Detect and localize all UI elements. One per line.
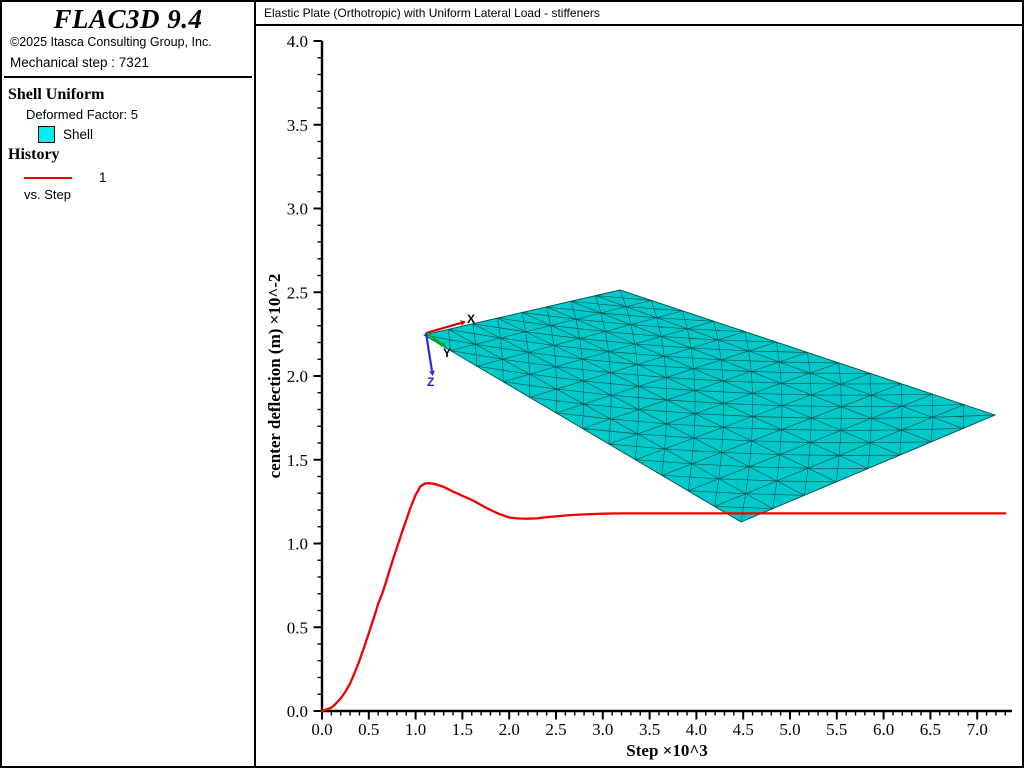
svg-text:2.0: 2.0	[499, 720, 520, 739]
svg-text:7.0: 7.0	[967, 720, 988, 739]
x-axis-title: Step ×10^3	[626, 741, 707, 760]
shell-plate	[424, 290, 995, 522]
main-view: Elastic Plate (Orthotropic) with Uniform…	[256, 2, 1022, 766]
history-vs-step-label: vs. Step	[2, 187, 254, 202]
shell-legend-row: Shell	[2, 126, 254, 143]
svg-text:0.0: 0.0	[311, 720, 332, 739]
plot-title: Elastic Plate (Orthotropic) with Uniform…	[256, 2, 1022, 26]
svg-text:1.5: 1.5	[287, 451, 308, 470]
svg-text:4.0: 4.0	[686, 720, 707, 739]
svg-text:4.0: 4.0	[287, 32, 308, 51]
svg-text:5.5: 5.5	[826, 720, 847, 739]
svg-text:0.5: 0.5	[287, 618, 308, 637]
history-line-sample	[24, 177, 72, 179]
svg-text:6.0: 6.0	[873, 720, 894, 739]
svg-text:2.5: 2.5	[545, 720, 566, 739]
shell-legend-swatch	[38, 126, 55, 143]
app-logo: FLAC3D 9.4	[2, 5, 254, 33]
copyright-text: ©2025 Itasca Consulting Group, Inc.	[2, 35, 254, 49]
svg-text:1.0: 1.0	[405, 720, 426, 739]
svg-text:3.5: 3.5	[287, 116, 308, 135]
history-heading: History	[2, 146, 254, 164]
sidebar-legend-panel: FLAC3D 9.4 ©2025 Itasca Consulting Group…	[2, 2, 256, 766]
sidebar-divider	[4, 76, 252, 78]
svg-text:Y: Y	[443, 346, 451, 360]
shell-legend-label: Shell	[63, 127, 93, 142]
svg-text:5.0: 5.0	[779, 720, 800, 739]
shell-uniform-heading: Shell Uniform	[2, 86, 254, 104]
svg-text:3.5: 3.5	[639, 720, 660, 739]
history-item-label: 1	[99, 170, 107, 185]
svg-text:1.5: 1.5	[452, 720, 473, 739]
svg-text:2.0: 2.0	[287, 367, 308, 386]
svg-text:3.0: 3.0	[287, 200, 308, 219]
app-window: FLAC3D 9.4 ©2025 Itasca Consulting Group…	[0, 0, 1024, 768]
y-axis-title: center deflection (m) ×10^-2	[265, 274, 284, 479]
svg-text:2.5: 2.5	[287, 283, 308, 302]
svg-text:1.0: 1.0	[287, 535, 308, 554]
svg-text:X: X	[467, 312, 475, 326]
svg-text:3.0: 3.0	[592, 720, 613, 739]
svg-text:4.5: 4.5	[733, 720, 754, 739]
svg-text:6.5: 6.5	[920, 720, 941, 739]
svg-text:0.0: 0.0	[287, 702, 308, 721]
history-curve	[322, 483, 1005, 711]
history-legend-row: 1	[2, 170, 254, 185]
svg-text:Z: Z	[427, 375, 434, 389]
svg-text:0.5: 0.5	[358, 720, 379, 739]
plot-viewport[interactable]: X Y Z 0.0 0.5 1.0 1.5 2.0 2.5 3.0 3.5 4.0 4.5 5.0 5.5 6…	[256, 26, 1020, 766]
deformed-factor-text: Deformed Factor: 5	[2, 107, 254, 122]
mechanical-step-text: Mechanical step : 7321	[2, 55, 254, 70]
